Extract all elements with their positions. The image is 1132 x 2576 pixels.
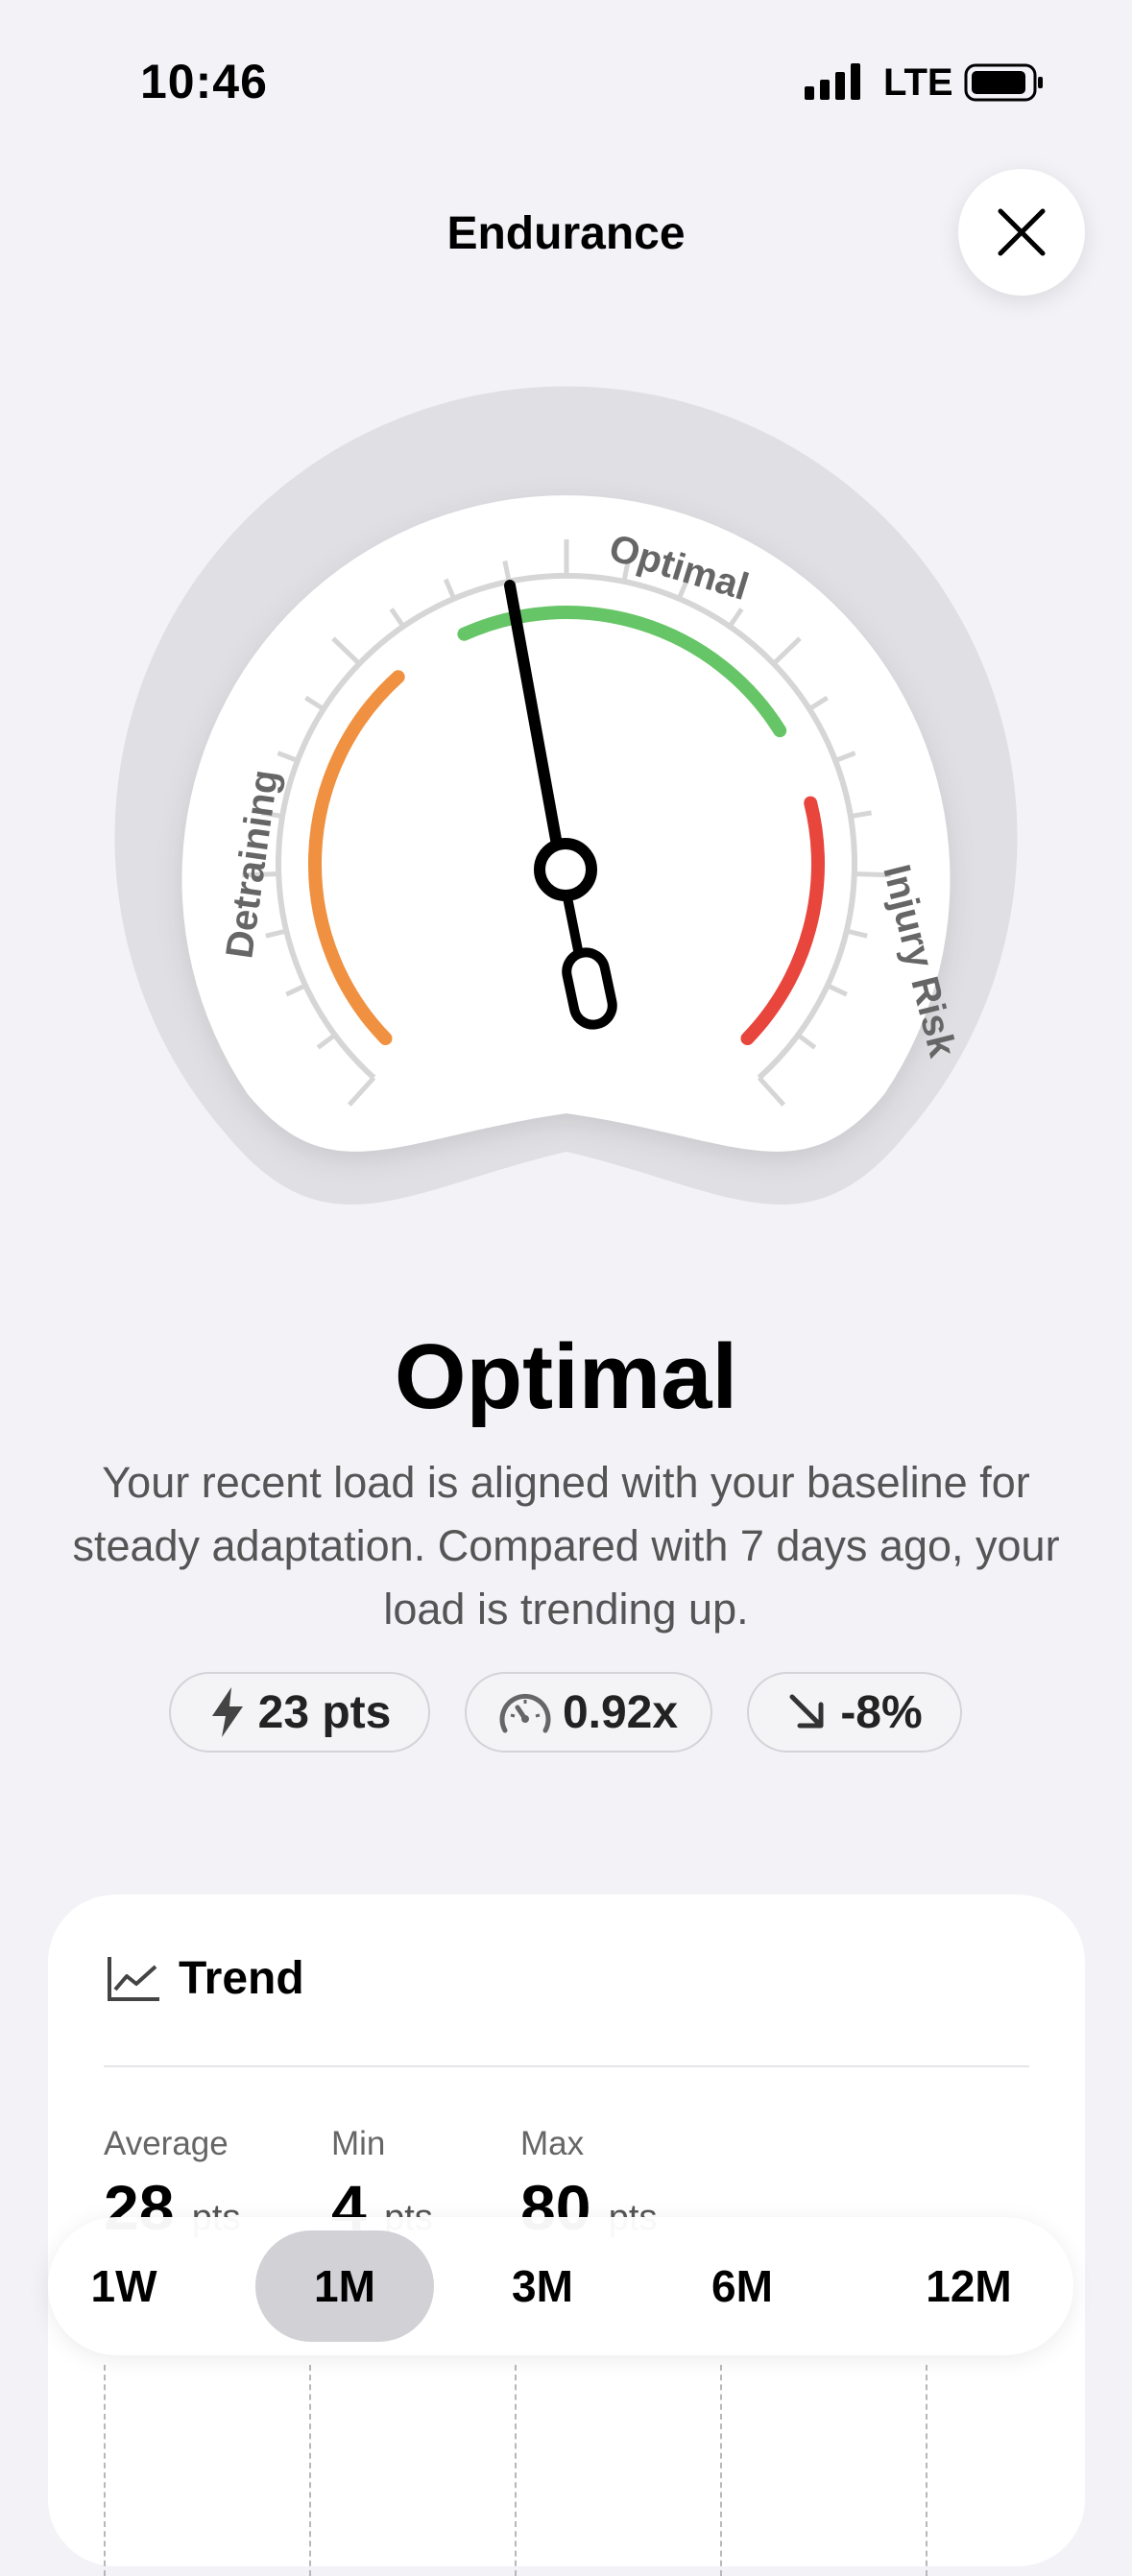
range-selector: 1W 1M 3M 6M 12M [48, 2217, 1073, 2355]
max-label: Max [520, 2125, 585, 2162]
range-1m[interactable]: 1M [255, 2230, 434, 2342]
arrow-down-right-icon [789, 1694, 824, 1729]
average-label: Average [104, 2125, 229, 2162]
trend-divider [104, 2065, 1029, 2067]
chart-gridline [926, 2365, 927, 2576]
load-status-title: Optimal [394, 1325, 738, 1428]
ratio-value: 0.92x [562, 1686, 679, 1738]
range-6m[interactable]: 6M [680, 2230, 805, 2342]
load-status-description: Your recent load is aligned with your ba… [72, 1458, 1060, 1634]
ratio-pill: 0.92x [465, 1672, 712, 1753]
gauge-tick [850, 810, 873, 819]
range-1w[interactable]: 1W [61, 2230, 186, 2342]
min-label: Min [331, 2125, 386, 2162]
chart-line-icon [108, 1956, 159, 2001]
points-pill: 23 pts [169, 1672, 430, 1753]
points-value: 23 pts [257, 1686, 392, 1738]
chart-gridline [720, 2365, 722, 2576]
trend-title: Trend [179, 1953, 304, 2004]
change-value: -8% [840, 1686, 923, 1738]
chart-gridline [309, 2365, 311, 2576]
gauge-icon [499, 1693, 551, 1733]
chart-gridline [104, 2365, 106, 2576]
change-pill: -8% [747, 1672, 962, 1753]
bolt-icon [211, 1687, 243, 1737]
trend-header: Trend [106, 1952, 304, 2005]
range-12m[interactable]: 12M [879, 2230, 1058, 2342]
load-gauge: Detraining Optimal Injury Risk [114, 386, 1018, 1205]
range-3m[interactable]: 3M [480, 2230, 605, 2342]
chart-gridline [515, 2365, 517, 2576]
